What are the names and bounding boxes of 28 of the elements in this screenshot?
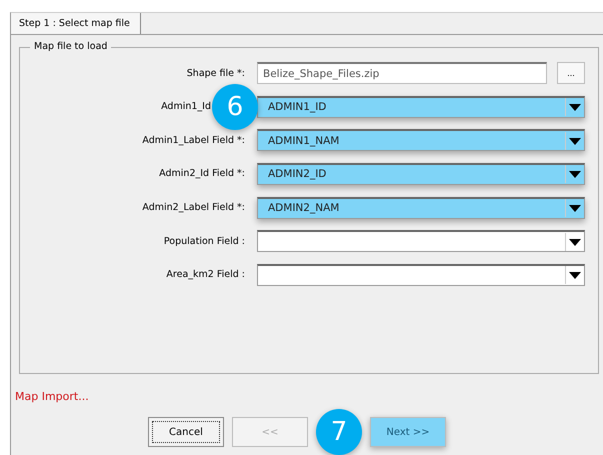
field-label: Admin2_Id Field *: bbox=[159, 168, 245, 180]
dropdown-field[interactable]: ADMIN1_ID bbox=[257, 96, 585, 118]
dropdown-field[interactable] bbox=[257, 264, 585, 286]
dropdown-arrow-icon bbox=[565, 266, 584, 284]
field-label: Area_km2 Field : bbox=[166, 269, 245, 280]
field-label: Admin1_Id bbox=[161, 101, 211, 112]
dialog-button[interactable]: Next >> bbox=[370, 417, 446, 447]
browse-button[interactable]: ... bbox=[557, 62, 585, 84]
dropdown-arrow-icon bbox=[565, 132, 584, 150]
dropdown-field[interactable]: ADMIN2_NAM bbox=[257, 196, 585, 219]
field-label: Shape file *: bbox=[186, 68, 245, 79]
dropdown-arrow-icon bbox=[565, 232, 584, 251]
field-label: Admin1_Label Field *: bbox=[142, 134, 245, 146]
shape-file-field[interactable]: Belize_Shape_Files.zip bbox=[257, 62, 547, 84]
field-label: Population Field : bbox=[164, 236, 245, 247]
dropdown-arrow-icon bbox=[565, 199, 584, 218]
dropdown-arrow-icon bbox=[565, 165, 584, 184]
step-number-badge: 6 bbox=[212, 84, 258, 130]
dropdown-field[interactable] bbox=[257, 230, 585, 252]
dropdown-arrow-icon bbox=[565, 98, 584, 116]
dialog-button[interactable]: Cancel bbox=[148, 417, 224, 447]
step-number-badge: 7 bbox=[316, 409, 362, 455]
tab[interactable]: Step 1 : Select map file bbox=[11, 13, 141, 34]
group-title: Map file to load bbox=[30, 41, 112, 52]
field-label: Admin2_Label Field *: bbox=[142, 202, 245, 214]
dropdown-field[interactable]: ADMIN1_NAM bbox=[257, 129, 585, 152]
dropdown-field[interactable]: ADMIN2_ID bbox=[257, 162, 585, 185]
status-text: Map Import... bbox=[15, 390, 89, 403]
